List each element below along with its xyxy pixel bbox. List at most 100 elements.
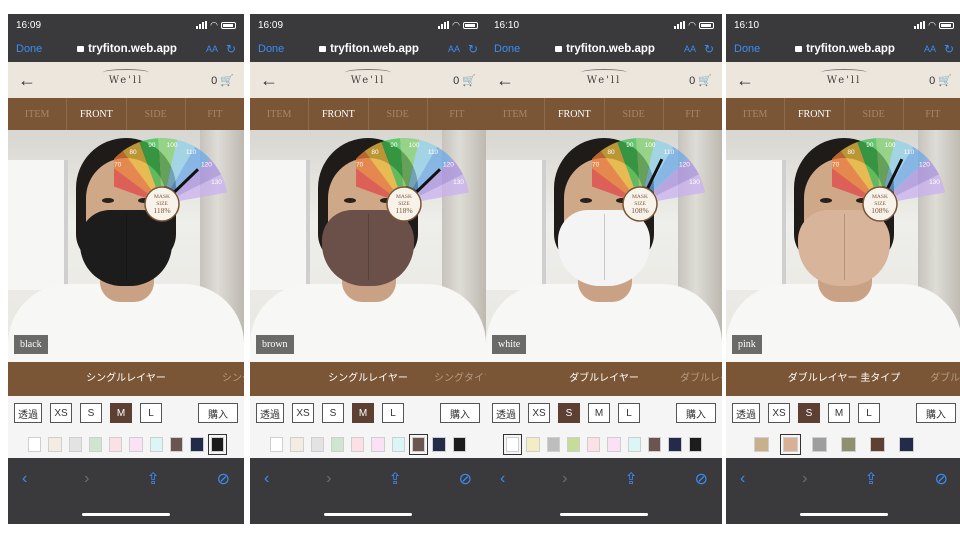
buy-button[interactable]: 購入: [676, 403, 716, 423]
layer-type-carousel[interactable]: シングルレイヤー シング: [8, 362, 244, 396]
color-swatch[interactable]: [170, 436, 184, 452]
size-button-transparent[interactable]: 透過: [492, 403, 520, 423]
tab-item[interactable]: ITEM: [250, 98, 310, 130]
tab-front[interactable]: FRONT: [785, 98, 845, 130]
compass-icon[interactable]: ⊘: [695, 469, 708, 489]
size-button-xs[interactable]: XS: [292, 403, 314, 423]
tab-item[interactable]: ITEM: [8, 98, 68, 130]
color-swatch[interactable]: [129, 436, 143, 452]
browser-forward-icon[interactable]: ›: [84, 470, 89, 488]
layer-next-label[interactable]: ダブルレ: [930, 362, 960, 396]
size-button-xs[interactable]: XS: [528, 403, 550, 423]
compass-icon[interactable]: ⊘: [935, 469, 948, 489]
tab-fit[interactable]: FIT: [904, 98, 960, 130]
color-swatch[interactable]: [526, 436, 540, 452]
browser-forward-icon[interactable]: ›: [802, 470, 807, 488]
layer-next-label[interactable]: シング: [222, 362, 244, 396]
cart-button[interactable]: 0 🛒: [204, 74, 234, 87]
size-button-m[interactable]: M: [828, 403, 850, 423]
layer-type-carousel[interactable]: ヤー ダブルレイヤー 圭タイプ ダブルレ: [726, 362, 960, 396]
reload-icon[interactable]: ↻: [460, 42, 478, 56]
color-swatch[interactable]: [754, 436, 769, 452]
color-swatch[interactable]: [207, 433, 228, 455]
tab-fit[interactable]: FIT: [664, 98, 722, 130]
mask-size-dial[interactable]: 708090 100110120130MASKSIZE118%: [356, 134, 486, 229]
url-display[interactable]: tryfiton.web.app: [774, 43, 916, 55]
tab-item[interactable]: ITEM: [726, 98, 786, 130]
color-swatch[interactable]: [351, 436, 365, 452]
mask-size-dial[interactable]: 708090 100110120130MASKSIZE118%: [114, 134, 244, 229]
color-swatch[interactable]: [28, 436, 42, 452]
tab-front[interactable]: FRONT: [545, 98, 605, 130]
reader-aa-button[interactable]: AA: [676, 44, 696, 54]
color-swatch[interactable]: [587, 436, 601, 452]
color-swatch[interactable]: [688, 436, 702, 452]
tab-front[interactable]: FRONT: [67, 98, 127, 130]
back-arrow-icon[interactable]: ←: [260, 70, 290, 91]
color-swatch[interactable]: [899, 436, 914, 452]
color-swatch[interactable]: [607, 436, 621, 452]
cart-button[interactable]: 0 🛒: [922, 74, 952, 87]
url-display[interactable]: tryfiton.web.app: [298, 43, 440, 55]
color-swatch[interactable]: [452, 436, 466, 452]
size-button-transparent[interactable]: 透過: [732, 403, 760, 423]
color-swatch[interactable]: [432, 436, 446, 452]
color-swatch[interactable]: [566, 436, 581, 452]
tab-item[interactable]: ITEM: [486, 98, 546, 130]
color-swatch[interactable]: [409, 433, 429, 455]
done-button[interactable]: Done: [494, 43, 534, 55]
size-button-s[interactable]: S: [558, 403, 580, 423]
tab-fit[interactable]: FIT: [428, 98, 486, 130]
compass-icon[interactable]: ⊘: [217, 469, 230, 489]
size-button-m[interactable]: M: [352, 403, 374, 423]
size-button-m[interactable]: M: [588, 403, 610, 423]
color-swatch[interactable]: [648, 436, 662, 452]
browser-back-icon[interactable]: ‹: [22, 470, 27, 488]
buy-button[interactable]: 購入: [440, 403, 480, 423]
color-swatch[interactable]: [812, 436, 827, 452]
mask-size-dial[interactable]: 708090 100110120130MASKSIZE108%: [592, 134, 722, 229]
tab-side[interactable]: SIDE: [605, 98, 664, 130]
color-swatch[interactable]: [109, 436, 123, 452]
color-swatch[interactable]: [330, 436, 345, 452]
reader-aa-button[interactable]: AA: [916, 44, 936, 54]
mask-size-dial[interactable]: 708090 100110120130MASKSIZE108%: [832, 134, 960, 229]
tab-side[interactable]: SIDE: [369, 98, 428, 130]
browser-forward-icon[interactable]: ›: [326, 470, 331, 488]
done-button[interactable]: Done: [258, 43, 298, 55]
url-display[interactable]: tryfiton.web.app: [534, 43, 676, 55]
color-swatch[interactable]: [190, 436, 204, 452]
reader-aa-button[interactable]: AA: [440, 44, 460, 54]
size-button-l[interactable]: L: [618, 403, 640, 423]
tab-side[interactable]: SIDE: [845, 98, 904, 130]
size-button-xs[interactable]: XS: [50, 403, 72, 423]
color-swatch[interactable]: [870, 436, 885, 452]
layer-type-carousel[interactable]: ダブルレイヤー ダブルレイ: [486, 362, 722, 396]
back-arrow-icon[interactable]: ←: [18, 70, 48, 91]
share-icon[interactable]: ⇪: [388, 469, 401, 489]
layer-next-label[interactable]: シングタイプ: [434, 362, 486, 396]
done-button[interactable]: Done: [734, 43, 774, 55]
size-button-transparent[interactable]: 透過: [14, 403, 42, 423]
layer-type-carousel[interactable]: シングルレイヤー シングタイプ: [250, 362, 486, 396]
url-display[interactable]: tryfiton.web.app: [56, 43, 198, 55]
size-button-l[interactable]: L: [140, 403, 162, 423]
color-swatch[interactable]: [149, 436, 164, 452]
share-icon[interactable]: ⇪: [624, 469, 637, 489]
reload-icon[interactable]: ↻: [936, 42, 954, 56]
browser-back-icon[interactable]: ‹: [264, 470, 269, 488]
color-swatch[interactable]: [668, 436, 682, 452]
color-swatch[interactable]: [290, 436, 304, 452]
color-swatch[interactable]: [68, 436, 82, 452]
size-button-l[interactable]: L: [858, 403, 880, 423]
reader-aa-button[interactable]: AA: [198, 44, 218, 54]
size-button-s[interactable]: S: [322, 403, 344, 423]
size-button-m[interactable]: M: [110, 403, 132, 423]
color-swatch[interactable]: [502, 433, 523, 455]
color-swatch[interactable]: [841, 436, 856, 452]
size-button-s[interactable]: S: [798, 403, 820, 423]
color-swatch[interactable]: [391, 436, 406, 452]
back-arrow-icon[interactable]: ←: [496, 70, 526, 91]
done-button[interactable]: Done: [16, 43, 56, 55]
reload-icon[interactable]: ↻: [218, 42, 236, 56]
